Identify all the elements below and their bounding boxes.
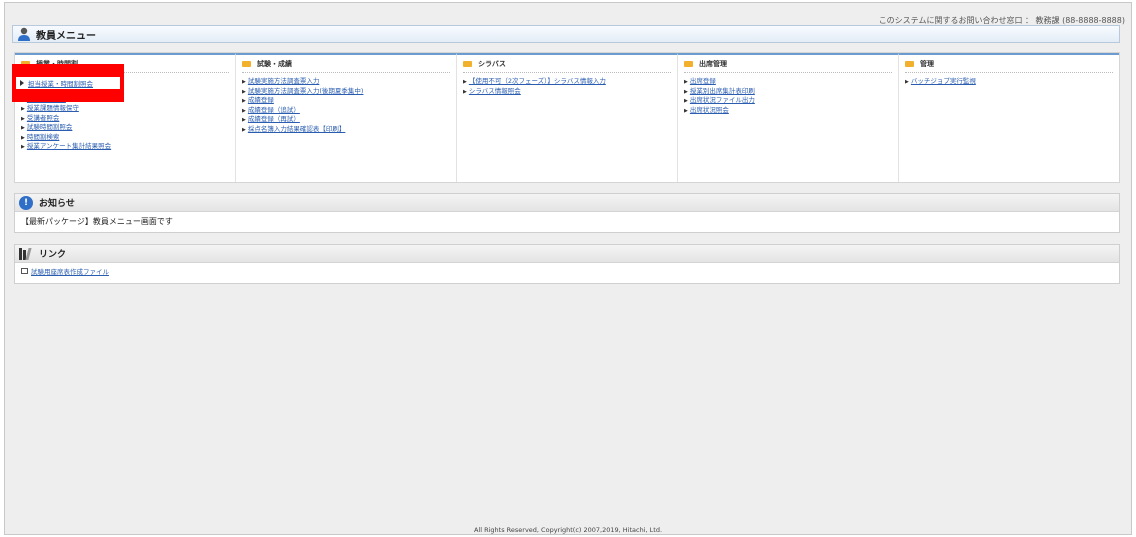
menu-item-syllabus-view[interactable]: シラバス情報照会	[463, 87, 671, 97]
notice-box: ! お知らせ 【最新パッケージ】教員メニュー画面です	[14, 193, 1120, 233]
books-icon	[19, 247, 33, 260]
menu-item-attendance-view[interactable]: 出席状況照会	[684, 106, 892, 116]
panel-admin: 管理 バッチジョブ実行監視	[899, 53, 1119, 182]
teacher-user-icon	[18, 27, 30, 41]
panel-syllabus: シラバス 【使用不可（2次フェーズ）】シラバス情報入力 シラバス情報照会	[457, 53, 678, 182]
menu-item-grade-entry[interactable]: 成績登録	[242, 96, 450, 106]
links-box: リンク 試験用座席表作成ファイル	[14, 244, 1120, 284]
folder-icon	[905, 61, 914, 67]
document-icon	[21, 268, 28, 274]
notice-title: お知らせ	[39, 199, 75, 209]
menu-item-exam-method-input-late[interactable]: 試験実施方法調査票入力(後期夏季集中)	[242, 87, 450, 97]
menu-panels: 授業・時間割 担当授業・時間割照会 補講状況照会 授業課題情報保守 受講者照会 …	[14, 52, 1120, 183]
footer-copyright: All Rights Reserved, Copyright(c) 2007,2…	[473, 526, 663, 534]
folder-icon	[242, 61, 251, 67]
menu-item-grade-entry-retake[interactable]: 成績登録（再試）	[242, 115, 450, 125]
info-icon: !	[19, 195, 33, 210]
teacher-menu-bar: 教員メニュー	[12, 25, 1120, 43]
menu-item-exam-timetable[interactable]: 試験時間割照会	[21, 123, 229, 133]
folder-icon	[463, 61, 472, 67]
menu-item-attendance-summary-print[interactable]: 授業別出席集計表印刷	[684, 87, 892, 97]
notice-text: 【最新パッケージ】教員メニュー画面です	[21, 217, 173, 226]
panel-title: 管理	[920, 60, 934, 68]
menu-item-grade-entry-makeup[interactable]: 成績登録（追試）	[242, 106, 450, 116]
panel-exams-grades: 試験・成績 試験実施方法調査票入力 試験実施方法調査票入力(後期夏季集中) 成績…	[236, 53, 457, 182]
menu-item-timetable-search[interactable]: 時間割検索	[21, 133, 229, 143]
menu-item-class-assignments[interactable]: 授業課題情報保守	[21, 104, 229, 114]
menu-item-survey-results[interactable]: 授業アンケート集計結果照会	[21, 142, 229, 152]
menu-item-exam-method-input[interactable]: 試験実施方法調査票入力	[242, 77, 450, 87]
link-exam-seating-file[interactable]: 試験用座席表作成ファイル	[15, 263, 1119, 279]
link-label[interactable]: 試験用座席表作成ファイル	[31, 266, 109, 276]
highlighted-menu-item-label[interactable]: 担当授業・時間割照会	[28, 78, 93, 88]
menu-item-attendance-entry[interactable]: 出席登録	[684, 77, 892, 87]
menu-item-batch-job-monitor[interactable]: バッチジョブ実行監視	[905, 77, 1113, 87]
folder-icon	[684, 61, 693, 67]
menu-title: 教員メニュー	[36, 30, 96, 42]
links-title: リンク	[39, 250, 67, 260]
panel-title: シラバス	[478, 60, 506, 68]
menu-item-students[interactable]: 受講者照会	[21, 114, 229, 124]
highlight-annotation: 担当授業・時間割照会	[12, 64, 124, 102]
menu-item-attendance-file-export[interactable]: 出席状況ファイル出力	[684, 96, 892, 106]
panel-title: 出席管理	[699, 60, 727, 68]
menu-item-grading-roster-print[interactable]: 採点名簿入力結果確認表【印刷】	[242, 125, 450, 135]
panel-attendance: 出席管理 出席登録 授業別出席集計表印刷 出席状況ファイル出力 出席状況照会	[678, 53, 899, 182]
arrow-bullet-icon	[20, 80, 24, 86]
menu-item-syllabus-input[interactable]: 【使用不可（2次フェーズ）】シラバス情報入力	[463, 77, 671, 87]
panel-title: 試験・成績	[257, 60, 292, 68]
